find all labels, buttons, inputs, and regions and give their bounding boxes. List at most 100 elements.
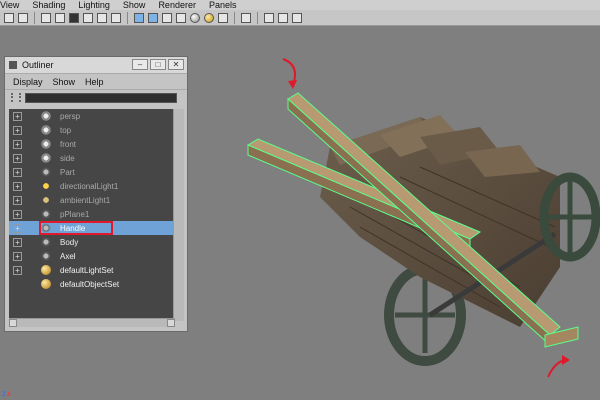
menu-lighting[interactable]: Lighting	[78, 0, 110, 10]
outliner-menu-show[interactable]: Show	[53, 77, 76, 87]
outliner-item-label: Body	[60, 237, 79, 247]
outliner-title: Outliner	[22, 60, 54, 70]
scroll-right-button[interactable]	[167, 319, 175, 327]
outliner-titlebar[interactable]: Outliner – □ ✕	[5, 57, 187, 74]
expand-toggle[interactable]: +	[13, 223, 22, 233]
mesh-icon	[40, 209, 52, 219]
camera-icon[interactable]	[4, 12, 14, 23]
drag-grip-icon[interactable]	[11, 93, 21, 102]
directional-light-icon	[40, 181, 52, 191]
outliner-item-pplane1[interactable]: + pPlane1	[9, 207, 175, 221]
expand-toggle[interactable]: +	[13, 153, 22, 163]
outliner-item-defaultobjectset[interactable]: defaultObjectSet	[9, 277, 175, 291]
select-camera-icon[interactable]	[18, 12, 28, 23]
outliner-search-row	[5, 90, 187, 105]
outliner-item-handle[interactable]: + Handle	[9, 221, 175, 235]
axis-indicator: z x	[2, 389, 11, 398]
smooth-shaded-icon[interactable]	[148, 12, 158, 23]
menu-view[interactable]: View	[0, 0, 19, 10]
outliner-filter-input[interactable]	[25, 92, 177, 103]
lighting-icon[interactable]	[190, 12, 200, 23]
expand-toggle	[13, 280, 22, 289]
mesh-icon	[40, 237, 52, 247]
wireframe-on-shaded-icon[interactable]	[162, 12, 172, 23]
menu-show[interactable]: Show	[123, 0, 146, 10]
grid-icon[interactable]	[41, 12, 51, 23]
shadow-icon[interactable]	[204, 12, 214, 23]
expand-toggle[interactable]: +	[13, 139, 22, 149]
expand-toggle[interactable]: +	[13, 167, 22, 177]
hud-icon[interactable]	[264, 12, 274, 23]
xray-icon[interactable]	[241, 12, 251, 23]
expand-toggle[interactable]: +	[13, 181, 22, 191]
maximize-button[interactable]: □	[150, 59, 166, 70]
cube-icon[interactable]	[278, 12, 288, 23]
close-button[interactable]: ✕	[168, 59, 184, 70]
outliner-menubar: Display Show Help	[5, 74, 187, 90]
expand-toggle[interactable]: +	[13, 195, 22, 205]
menu-shading[interactable]: Shading	[32, 0, 65, 10]
expand-toggle[interactable]: +	[13, 265, 22, 275]
outliner-menu-display[interactable]: Display	[13, 77, 43, 87]
outliner-item-part[interactable]: + Part	[9, 165, 175, 179]
toolbar-separator	[234, 11, 235, 24]
menu-renderer[interactable]: Renderer	[158, 0, 196, 10]
panel-toolbar	[0, 10, 600, 26]
toolbar-separator	[34, 11, 35, 24]
panel-menubar: View Shading Lighting Show Renderer Pane…	[0, 0, 600, 10]
camera-icon	[40, 125, 52, 135]
image-plane-icon[interactable]	[69, 12, 79, 23]
resolution-icon[interactable]	[83, 12, 93, 23]
toolbar-separator	[257, 11, 258, 24]
outliner-item-top[interactable]: + top	[9, 123, 175, 137]
outliner-item-label: top	[60, 125, 72, 135]
film-gate-icon[interactable]	[55, 12, 65, 23]
outliner-item-label: pPlane1	[60, 209, 90, 219]
isolate-icon[interactable]	[218, 12, 228, 23]
outliner-item-label: persp	[60, 111, 81, 121]
expand-toggle[interactable]: +	[13, 251, 22, 261]
expand-toggle[interactable]: +	[13, 209, 22, 219]
outliner-item-ambientlight1[interactable]: + ambientLight1	[9, 193, 175, 207]
camera-icon	[40, 111, 52, 121]
expand-toggle[interactable]: +	[13, 125, 22, 135]
mesh-icon	[40, 167, 52, 177]
vertical-scrollbar[interactable]	[173, 109, 184, 321]
horizontal-scrollbar[interactable]	[9, 318, 175, 327]
outliner-item-label: directionalLight1	[60, 181, 119, 191]
share-icon[interactable]	[292, 12, 302, 23]
outliner-menu-help[interactable]: Help	[85, 77, 104, 87]
camera-icon	[40, 139, 52, 149]
wireframe-icon[interactable]	[134, 12, 144, 23]
textured-icon[interactable]	[176, 12, 186, 23]
outliner-item-label: Axel	[60, 251, 76, 261]
safe-action-icon[interactable]	[97, 12, 107, 23]
expand-toggle[interactable]: +	[13, 111, 22, 121]
minimize-button[interactable]: –	[132, 59, 148, 70]
scroll-left-button[interactable]	[9, 319, 17, 327]
expand-toggle[interactable]: +	[13, 237, 22, 247]
ambient-light-icon	[40, 195, 52, 205]
safe-title-icon[interactable]	[111, 12, 121, 23]
outliner-item-label: defaultObjectSet	[60, 279, 120, 289]
set-icon	[41, 279, 51, 289]
annotation-highlight-box	[39, 221, 113, 235]
camera-icon	[40, 153, 52, 163]
outliner-list: + persp + top + front + side + Part + di…	[9, 109, 175, 321]
outliner-item-front[interactable]: + front	[9, 137, 175, 151]
outliner-item-body[interactable]: + Body	[9, 235, 175, 249]
front-wheel	[539, 172, 600, 262]
outliner-item-label: defaultLightSet	[60, 265, 114, 275]
outliner-window: Outliner – □ ✕ Display Show Help + persp…	[4, 56, 188, 332]
outliner-item-side[interactable]: + side	[9, 151, 175, 165]
outliner-item-label: side	[60, 153, 75, 163]
axis-x-label: x	[7, 389, 11, 398]
set-icon	[41, 265, 51, 275]
outliner-item-label: front	[60, 139, 77, 149]
menu-panels[interactable]: Panels	[209, 0, 237, 10]
outliner-item-directionallight1[interactable]: + directionalLight1	[9, 179, 175, 193]
outliner-app-icon	[9, 61, 17, 69]
outliner-item-defaultlightset[interactable]: + defaultLightSet	[9, 263, 175, 277]
outliner-item-persp[interactable]: + persp	[9, 109, 175, 123]
outliner-item-axel[interactable]: + Axel	[9, 249, 175, 263]
